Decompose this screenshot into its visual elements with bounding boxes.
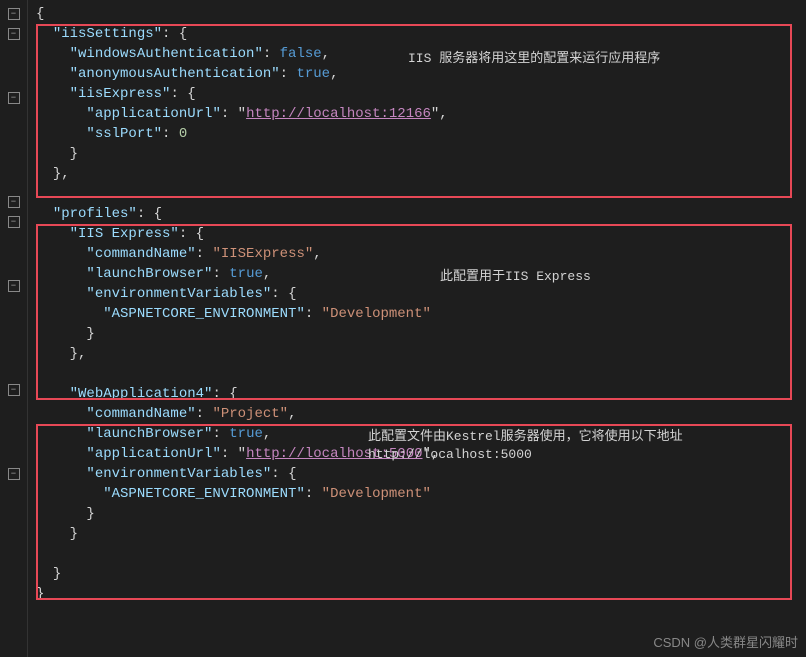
annotation-3-line2: http://localhost:5000 xyxy=(368,446,683,464)
json-bool: true xyxy=(296,66,330,82)
url-link[interactable]: http://localhost:12166 xyxy=(246,106,431,122)
json-key: "launchBrowser" xyxy=(86,426,212,442)
fold-icon[interactable]: − xyxy=(8,196,20,208)
json-brace: }, xyxy=(53,166,70,182)
json-key: "anonymousAuthentication" xyxy=(70,66,280,82)
watermark: CSDN @人类群星闪耀时 xyxy=(653,632,798,651)
json-brace: }, xyxy=(70,346,87,362)
json-key: "sslPort" xyxy=(86,126,162,142)
json-key: "applicationUrl" xyxy=(86,446,220,462)
json-key: "iisExpress" xyxy=(70,86,171,102)
json-punct: : { xyxy=(179,226,204,242)
json-key: "WebApplication4" xyxy=(70,386,213,402)
json-punct: : { xyxy=(271,466,296,482)
json-key: "profiles" xyxy=(53,206,137,222)
json-brace: { xyxy=(36,6,44,22)
annotation-2: 此配置用于IIS Express xyxy=(440,268,591,286)
json-key: "launchBrowser" xyxy=(86,266,212,282)
fold-icon[interactable]: − xyxy=(8,8,20,20)
json-string: "Project" xyxy=(212,406,288,422)
json-key: "ASPNETCORE_ENVIRONMENT" xyxy=(103,486,305,502)
json-key: "IIS Express" xyxy=(70,226,179,242)
json-key: "environmentVariables" xyxy=(86,286,271,302)
fold-icon[interactable]: − xyxy=(8,280,20,292)
json-string: "Development" xyxy=(322,306,431,322)
json-string: "Development" xyxy=(322,486,431,502)
json-number: 0 xyxy=(179,126,187,142)
fold-icon[interactable]: − xyxy=(8,216,20,228)
fold-icon[interactable]: − xyxy=(8,28,20,40)
annotation-3-line1: 此配置文件由Kestrel服务器使用，它将使用以下地址 xyxy=(368,428,683,446)
json-bool: true xyxy=(229,426,263,442)
fold-icon[interactable]: − xyxy=(8,92,20,104)
json-bool: true xyxy=(229,266,263,282)
annotation-3: 此配置文件由Kestrel服务器使用，它将使用以下地址 http://local… xyxy=(368,428,683,464)
json-key: "windowsAuthentication" xyxy=(70,46,263,62)
json-brace: } xyxy=(53,566,61,582)
json-punct: : { xyxy=(170,86,195,102)
annotation-1: IIS 服务器将用这里的配置来运行应用程序 xyxy=(408,50,660,68)
json-key: "ASPNETCORE_ENVIRONMENT" xyxy=(103,306,305,322)
fold-icon[interactable]: − xyxy=(8,384,20,396)
json-key: "environmentVariables" xyxy=(86,466,271,482)
json-string: "IISExpress" xyxy=(212,246,313,262)
code-content[interactable]: { "iisSettings": { "windowsAuthenticatio… xyxy=(28,0,806,657)
json-brace: } xyxy=(70,526,78,542)
fold-icon[interactable]: − xyxy=(8,468,20,480)
json-punct: : { xyxy=(212,386,237,402)
fold-gutter: − − − − − − − − xyxy=(0,0,28,657)
json-key: "applicationUrl" xyxy=(86,106,220,122)
json-brace: } xyxy=(86,506,94,522)
json-key: "commandName" xyxy=(86,246,195,262)
json-key: "commandName" xyxy=(86,406,195,422)
json-brace: } xyxy=(70,146,78,162)
json-punct: : { xyxy=(271,286,296,302)
json-brace: } xyxy=(36,586,44,602)
json-key: "iisSettings" xyxy=(53,26,162,42)
json-bool: false xyxy=(280,46,322,62)
json-punct: : { xyxy=(162,26,187,42)
json-brace: } xyxy=(86,326,94,342)
code-editor: − − − − − − − − { "iisSettings": { "wind… xyxy=(0,0,806,657)
json-punct: : { xyxy=(137,206,162,222)
